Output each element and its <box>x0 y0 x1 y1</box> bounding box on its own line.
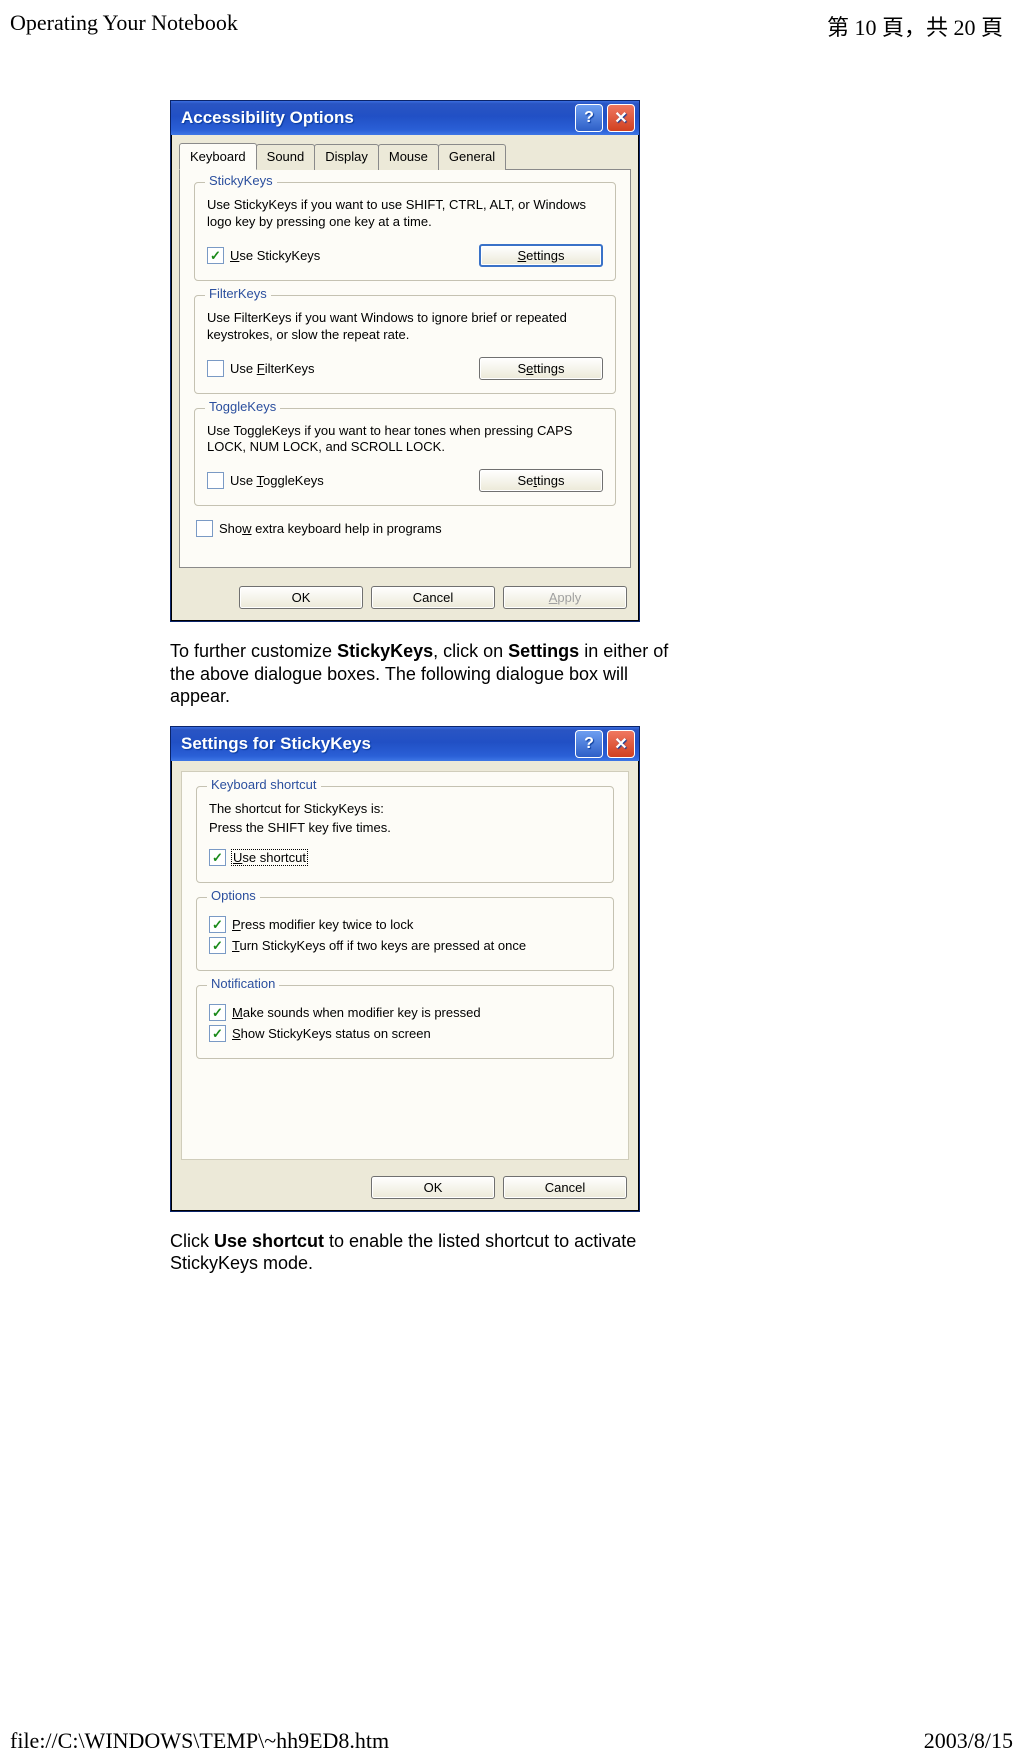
tab-display[interactable]: Display <box>314 144 379 170</box>
stickykeys-settings-dialog: Settings for StickyKeys ? ✕ Keyboard sho… <box>170 726 640 1212</box>
checkbox-icon <box>196 520 213 537</box>
group-legend: ToggleKeys <box>205 399 280 414</box>
group-legend: StickyKeys <box>205 173 277 188</box>
checkbox-label: Use ToggleKeys <box>230 473 324 488</box>
dialog-button-bar: OK Cancel Apply <box>171 576 639 621</box>
tab-strip: Keyboard Sound Display Mouse General <box>179 143 631 169</box>
togglekeys-settings-button[interactable]: Settings <box>479 469 603 492</box>
help-button[interactable]: ? <box>575 104 603 132</box>
dialog-panel: Keyboard shortcut The shortcut for Stick… <box>181 771 629 1160</box>
dialog-title: Settings for StickyKeys <box>181 734 571 754</box>
group-desc: Press the SHIFT key five times. <box>209 820 601 837</box>
checkbox-label: Show extra keyboard help in programs <box>219 521 442 536</box>
accessibility-options-dialog: Accessibility Options ? ✕ Keyboard Sound… <box>170 100 640 622</box>
apply-button[interactable]: Apply <box>503 586 627 609</box>
checkbox-icon <box>207 360 224 377</box>
tab-panel-keyboard: StickyKeys Use StickyKeys if you want to… <box>179 169 631 568</box>
press-twice-lock-checkbox[interactable]: ✓ Press modifier key twice to lock <box>209 916 601 933</box>
group-notification: Notification ✓ Make sounds when modifier… <box>196 985 614 1059</box>
footer-right: 2003/8/15 <box>924 1728 1013 1754</box>
checkbox-icon: ✓ <box>209 916 226 933</box>
group-legend: Options <box>207 888 260 903</box>
checkbox-icon: ✓ <box>209 1004 226 1021</box>
cancel-button[interactable]: Cancel <box>503 1176 627 1199</box>
footer-left: file://C:\WINDOWS\TEMP\~hh9ED8.htm <box>10 1728 389 1754</box>
ok-button[interactable]: OK <box>239 586 363 609</box>
use-stickykeys-checkbox[interactable]: ✓ Use StickyKeys <box>207 247 320 264</box>
dialog-button-bar: OK Cancel <box>171 1166 639 1211</box>
use-filterkeys-checkbox[interactable]: Use FilterKeys <box>207 360 315 377</box>
checkbox-label: Show StickyKeys status on screen <box>232 1026 431 1041</box>
close-button[interactable]: ✕ <box>607 730 635 758</box>
checkbox-label: Press modifier key twice to lock <box>232 917 413 932</box>
tab-mouse[interactable]: Mouse <box>378 144 439 170</box>
make-sounds-checkbox[interactable]: ✓ Make sounds when modifier key is press… <box>209 1004 601 1021</box>
group-desc: The shortcut for StickyKeys is: <box>209 801 601 818</box>
group-filterkeys: FilterKeys Use FilterKeys if you want Wi… <box>194 295 616 394</box>
group-desc: Use FilterKeys if you want Windows to ig… <box>207 310 603 344</box>
header-left: Operating Your Notebook <box>10 10 238 42</box>
ok-button[interactable]: OK <box>371 1176 495 1199</box>
header-right: 第 10 頁，共 20 頁 <box>827 10 1003 42</box>
group-keyboard-shortcut: Keyboard shortcut The shortcut for Stick… <box>196 786 614 883</box>
tab-sound[interactable]: Sound <box>256 144 316 170</box>
group-legend: Keyboard shortcut <box>207 777 321 792</box>
close-button[interactable]: ✕ <box>607 104 635 132</box>
checkbox-label: Use shortcut <box>232 850 307 865</box>
group-desc: Use ToggleKeys if you want to hear tones… <box>207 423 603 457</box>
help-button[interactable]: ? <box>575 730 603 758</box>
checkbox-label: Use FilterKeys <box>230 361 315 376</box>
titlebar: Accessibility Options ? ✕ <box>171 101 639 135</box>
instruction-text-1: To further customize StickyKeys, click o… <box>170 640 680 708</box>
checkbox-icon: ✓ <box>209 937 226 954</box>
group-options: Options ✓ Press modifier key twice to lo… <box>196 897 614 971</box>
show-status-checkbox[interactable]: ✓ Show StickyKeys status on screen <box>209 1025 601 1042</box>
group-desc: Use StickyKeys if you want to use SHIFT,… <box>207 197 603 231</box>
cancel-button[interactable]: Cancel <box>371 586 495 609</box>
group-legend: FilterKeys <box>205 286 271 301</box>
checkbox-icon: ✓ <box>207 247 224 264</box>
tab-keyboard[interactable]: Keyboard <box>179 143 257 170</box>
turn-off-two-keys-checkbox[interactable]: ✓ Turn StickyKeys off if two keys are pr… <box>209 937 601 954</box>
checkbox-icon <box>207 472 224 489</box>
titlebar: Settings for StickyKeys ? ✕ <box>171 727 639 761</box>
checkbox-label: Make sounds when modifier key is pressed <box>232 1005 481 1020</box>
use-togglekeys-checkbox[interactable]: Use ToggleKeys <box>207 472 324 489</box>
filterkeys-settings-button[interactable]: Settings <box>479 357 603 380</box>
tab-general[interactable]: General <box>438 144 506 170</box>
show-extra-help-checkbox[interactable]: Show extra keyboard help in programs <box>196 520 616 537</box>
use-shortcut-checkbox[interactable]: ✓ Use shortcut <box>209 849 601 866</box>
instruction-text-2: Click Use shortcut to enable the listed … <box>170 1230 690 1275</box>
group-stickykeys: StickyKeys Use StickyKeys if you want to… <box>194 182 616 281</box>
group-togglekeys: ToggleKeys Use ToggleKeys if you want to… <box>194 408 616 507</box>
checkbox-icon: ✓ <box>209 849 226 866</box>
stickykeys-settings-button[interactable]: Settings <box>479 244 603 267</box>
checkbox-icon: ✓ <box>209 1025 226 1042</box>
checkbox-label: Turn StickyKeys off if two keys are pres… <box>232 938 526 953</box>
dialog-title: Accessibility Options <box>181 108 571 128</box>
checkbox-label: Use StickyKeys <box>230 248 320 263</box>
group-legend: Notification <box>207 976 279 991</box>
